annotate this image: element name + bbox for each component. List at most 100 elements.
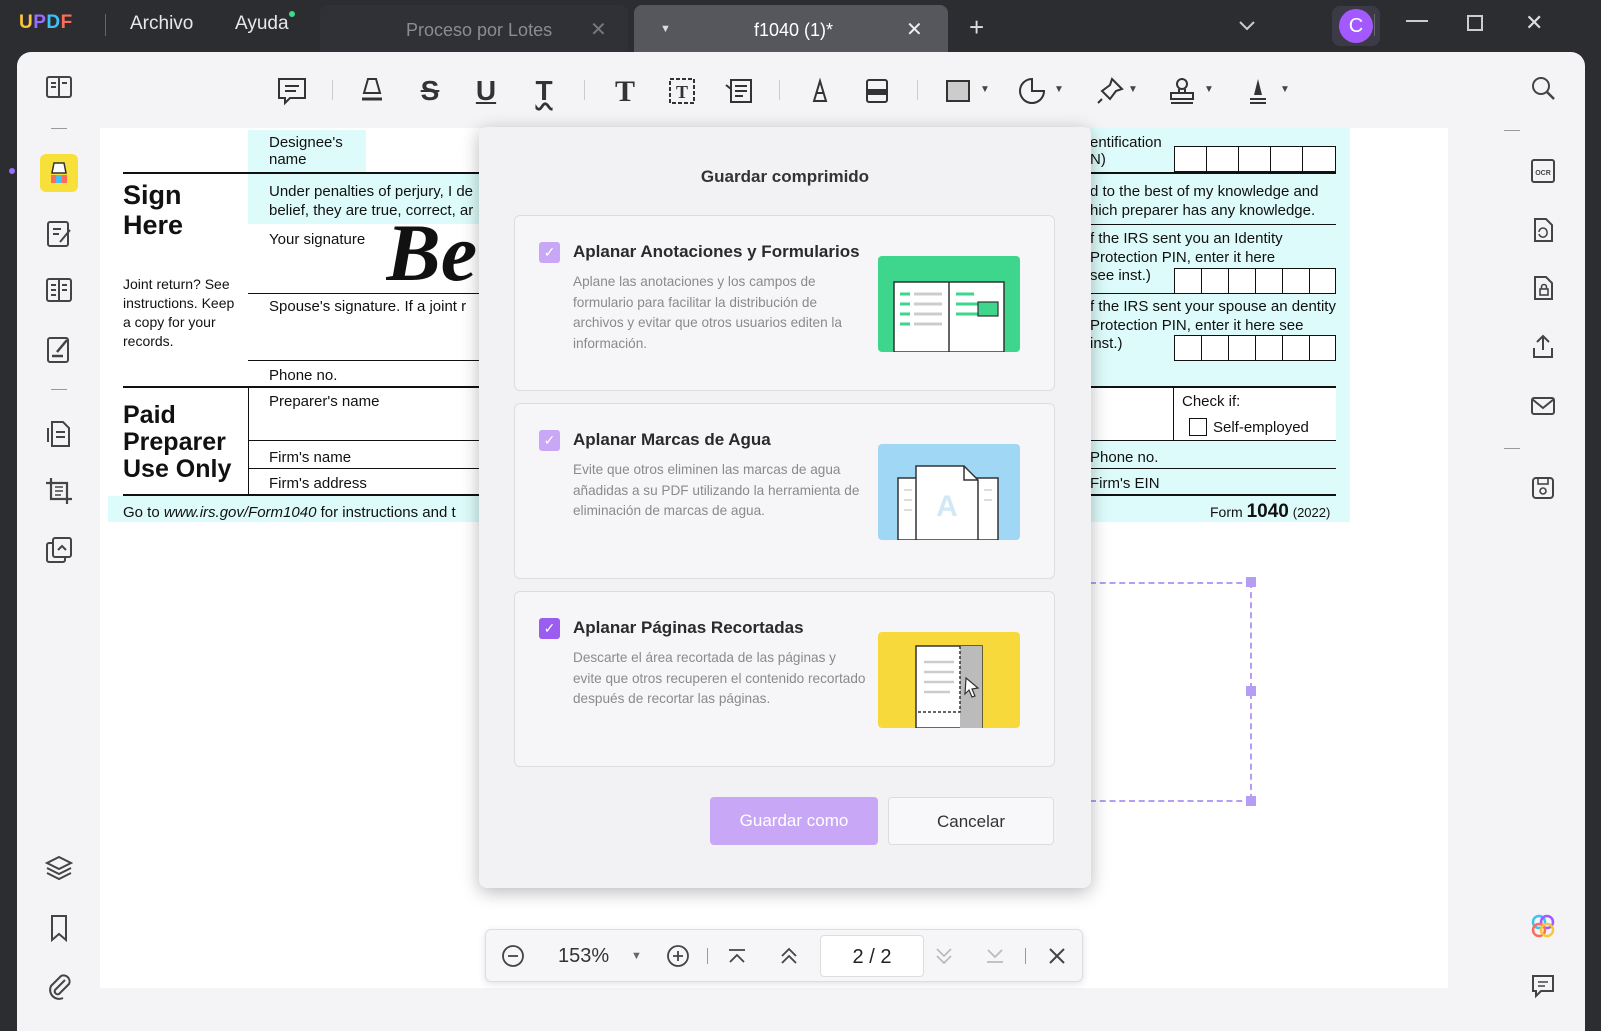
- edit-pdf-icon[interactable]: [43, 218, 75, 250]
- highlight-icon[interactable]: [356, 75, 388, 107]
- share-icon[interactable]: [1529, 332, 1557, 360]
- phone-label-right: Phone no.: [1090, 449, 1159, 466]
- self-employed-checkbox[interactable]: [1189, 418, 1207, 436]
- flatten-cropped-checkbox[interactable]: ✓: [539, 618, 560, 639]
- avatar-initial: C: [1339, 9, 1373, 43]
- tab-label: Proceso por Lotes: [406, 20, 553, 40]
- selection-border: [1090, 800, 1252, 802]
- convert-icon[interactable]: [43, 418, 75, 450]
- zoom-dropdown-icon[interactable]: ▼: [631, 950, 642, 962]
- window-close-icon[interactable]: ✕: [1525, 10, 1543, 36]
- page-indicator[interactable]: 2 / 2: [820, 935, 924, 977]
- batch-icon[interactable]: [43, 534, 75, 566]
- handwritten-signature: Be: [386, 208, 478, 298]
- toolbar-separator: [332, 80, 333, 100]
- attachment-icon[interactable]: [43, 970, 75, 1002]
- sidebar-separator: [1504, 448, 1520, 449]
- preparers-name-label: Preparer's name: [269, 393, 380, 410]
- comment-mode-button[interactable]: [40, 154, 78, 192]
- search-icon[interactable]: [1529, 74, 1557, 102]
- reader-icon[interactable]: [43, 72, 75, 104]
- sticker-dropdown-icon[interactable]: ▼: [1054, 84, 1064, 95]
- notification-dot: [289, 11, 295, 17]
- sidebar-separator: [51, 128, 67, 129]
- text-callout-icon[interactable]: [723, 75, 755, 107]
- current-page[interactable]: 2: [853, 946, 864, 968]
- first-page-icon[interactable]: [724, 943, 750, 969]
- zoom-separator: [1025, 948, 1026, 964]
- ai-assistant-icon[interactable]: [1529, 912, 1557, 940]
- email-icon[interactable]: [1529, 392, 1557, 420]
- pin-icon[interactable]: [1094, 75, 1126, 107]
- box-divider: [1228, 268, 1229, 294]
- resize-handle[interactable]: [1246, 796, 1256, 806]
- footer-url[interactable]: www.irs.gov/Form1040: [164, 504, 317, 521]
- ssn-boxes[interactable]: [1174, 146, 1336, 172]
- pin-dropdown-icon[interactable]: ▼: [1128, 84, 1138, 95]
- save-as-button[interactable]: Guardar como: [710, 797, 878, 845]
- organize-pages-icon[interactable]: [43, 274, 75, 306]
- new-tab-icon[interactable]: +: [969, 12, 984, 43]
- avatar[interactable]: C: [1332, 6, 1380, 46]
- stamp-dropdown-icon[interactable]: ▼: [1204, 84, 1214, 95]
- minimize-icon[interactable]: [1406, 20, 1428, 22]
- crop-icon[interactable]: [43, 475, 75, 507]
- resize-handle[interactable]: [1246, 577, 1256, 587]
- firms-name-label: Firm's name: [269, 449, 352, 466]
- resize-handle[interactable]: [1246, 686, 1256, 696]
- signature-icon[interactable]: [1242, 75, 1274, 107]
- zoom-out-icon[interactable]: [500, 943, 526, 969]
- strikethrough-icon[interactable]: S: [414, 75, 446, 107]
- sticker-icon[interactable]: [1016, 75, 1048, 107]
- next-page-icon[interactable]: [931, 943, 957, 969]
- save-compressed-dialog: Guardar comprimido ✓ Aplanar Anotaciones…: [479, 127, 1091, 888]
- option-description: Descarte el área recortada de las página…: [573, 650, 866, 706]
- underline-icon[interactable]: U: [470, 75, 502, 107]
- last-page-icon[interactable]: [982, 943, 1008, 969]
- tab-proceso-por-lotes[interactable]: Proceso por Lotes ✕: [320, 5, 628, 52]
- svg-text:A: A: [936, 490, 958, 523]
- ocr-icon[interactable]: OCR: [1529, 157, 1557, 185]
- bookmark-icon[interactable]: [43, 912, 75, 944]
- menu-ayuda[interactable]: Ayuda: [235, 13, 289, 35]
- chevron-down-icon[interactable]: [1236, 14, 1258, 36]
- tab-dropdown-icon[interactable]: ▼: [660, 23, 671, 35]
- close-icon[interactable]: [1044, 943, 1070, 969]
- form-divider: [1173, 388, 1174, 440]
- protect-icon[interactable]: [1529, 274, 1557, 302]
- zoom-in-icon[interactable]: [665, 943, 691, 969]
- layers-icon[interactable]: [43, 852, 75, 884]
- signature-dropdown-icon[interactable]: ▼: [1280, 84, 1290, 95]
- text-icon[interactable]: T: [609, 75, 641, 108]
- stamp-icon[interactable]: [1166, 75, 1198, 107]
- convert-file-icon[interactable]: [1529, 216, 1557, 244]
- fill-sign-icon[interactable]: [43, 334, 75, 366]
- zoom-page-bar: 153% ▼ 2 / 2: [485, 929, 1083, 982]
- squiggly-icon[interactable]: T: [528, 75, 560, 107]
- flatten-annotations-checkbox[interactable]: ✓: [539, 242, 560, 263]
- option-flatten-watermarks[interactable]: ✓ Aplanar Marcas de Agua Evite que otros…: [514, 403, 1055, 579]
- eraser-icon[interactable]: [861, 75, 893, 107]
- close-icon[interactable]: ✕: [590, 17, 607, 42]
- flatten-watermarks-checkbox[interactable]: ✓: [539, 430, 560, 451]
- shape-dropdown-icon[interactable]: ▼: [980, 84, 990, 95]
- close-icon[interactable]: ✕: [906, 17, 923, 42]
- comments-panel-icon[interactable]: [1529, 972, 1557, 1000]
- option-flatten-cropped-pages[interactable]: ✓ Aplanar Páginas Recortadas Descarte el…: [514, 591, 1055, 767]
- sticky-note-icon[interactable]: [276, 75, 308, 107]
- save-icon[interactable]: [1529, 474, 1557, 502]
- previous-page-icon[interactable]: [776, 943, 802, 969]
- check-if-label: Check if:: [1182, 393, 1241, 410]
- menu-archivo[interactable]: Archivo: [130, 13, 193, 35]
- tab-f1040[interactable]: ▼ f1040 (1)* ✕: [634, 5, 948, 52]
- maximize-icon[interactable]: [1467, 15, 1483, 31]
- zoom-level[interactable]: 153%: [558, 945, 609, 968]
- option-flatten-annotations[interactable]: ✓ Aplanar Anotaciones y Formularios Apla…: [514, 215, 1055, 391]
- text-box-icon[interactable]: T: [666, 75, 698, 107]
- shape-icon[interactable]: [942, 75, 974, 107]
- cancel-button[interactable]: Cancelar: [888, 797, 1054, 845]
- form-divider: [248, 388, 249, 494]
- form-id: Form 1040 (2022): [1210, 501, 1330, 523]
- left-sidebar: [9, 52, 101, 1031]
- pencil-icon[interactable]: [804, 75, 836, 107]
